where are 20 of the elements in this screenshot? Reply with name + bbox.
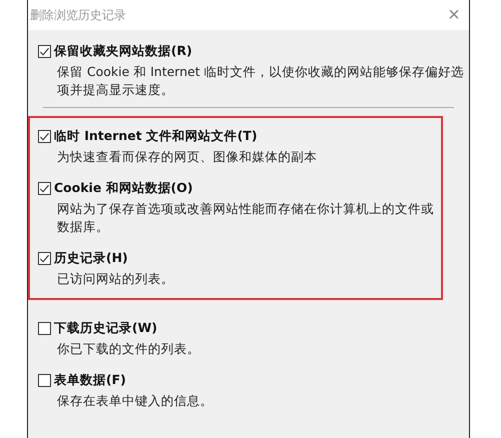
- option-description: 保留 Cookie 和 Internet 临时文件，以使你收藏的网站能够保存偏好选项并提高显示速度。: [57, 63, 465, 99]
- option-label[interactable]: 保留收藏夹网站数据(R): [54, 43, 192, 60]
- option-label[interactable]: Cookie 和网站数据(O): [54, 180, 193, 197]
- option-description: 你已下载的文件的列表。: [57, 340, 201, 358]
- close-button[interactable]: ×: [439, 0, 469, 30]
- option-description: 网站为了保存首选项或改善网站性能而存储在你计算机上的文件或数据库。: [57, 200, 435, 236]
- option-description: 为快速查看而保存的网页、图像和媒体的副本: [57, 148, 318, 166]
- checkbox[interactable]: [38, 45, 51, 58]
- window-title: 删除浏览历史记录: [30, 6, 126, 24]
- option-label[interactable]: 下载历史记录(W): [54, 320, 158, 337]
- checkbox[interactable]: [38, 374, 51, 387]
- checkbox[interactable]: [38, 252, 51, 265]
- option-description: 已访问网站的列表。: [57, 270, 175, 288]
- option-label[interactable]: 临时 Internet 文件和网站文件(T): [54, 128, 258, 145]
- checkbox[interactable]: [38, 322, 51, 335]
- checkbox[interactable]: [38, 130, 51, 143]
- option-description: 保存在表单中键入的信息。: [57, 392, 214, 410]
- checkbox[interactable]: [38, 182, 51, 195]
- option-label[interactable]: 表单数据(F): [54, 372, 126, 389]
- option-label[interactable]: 历史记录(H): [54, 250, 128, 267]
